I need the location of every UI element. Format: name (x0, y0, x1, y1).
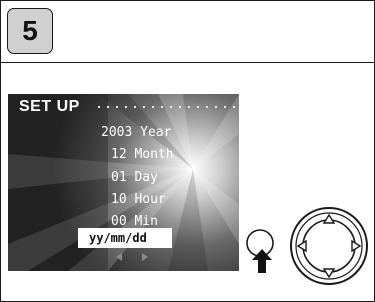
lcd-title-dots (98, 106, 236, 108)
year-field[interactable]: 2003 Year (101, 125, 171, 141)
step-header: 5 (1, 1, 374, 63)
hour-field[interactable]: 10 Hour (111, 192, 166, 208)
date-format-selector[interactable]: yy/mm/dd (78, 228, 172, 248)
up-arrow-icon (252, 249, 272, 273)
lcd-title: SET UP (19, 98, 80, 115)
date-format-value: yy/mm/dd (89, 231, 147, 245)
four-way-controller-icon[interactable] (287, 204, 371, 288)
instruction-panel: 5 SET UP 2003 Year 12 Month 01 Day 10 Ho… (0, 0, 375, 302)
lcd-screen: SET UP 2003 Year 12 Month 01 Day 10 Hour… (8, 94, 239, 271)
left-right-arrows-icon (116, 253, 148, 261)
day-field[interactable]: 01 Day (111, 170, 158, 186)
step-badge: 5 (7, 8, 53, 54)
step-number: 5 (22, 15, 38, 46)
month-field[interactable]: 12 Month (111, 147, 174, 163)
